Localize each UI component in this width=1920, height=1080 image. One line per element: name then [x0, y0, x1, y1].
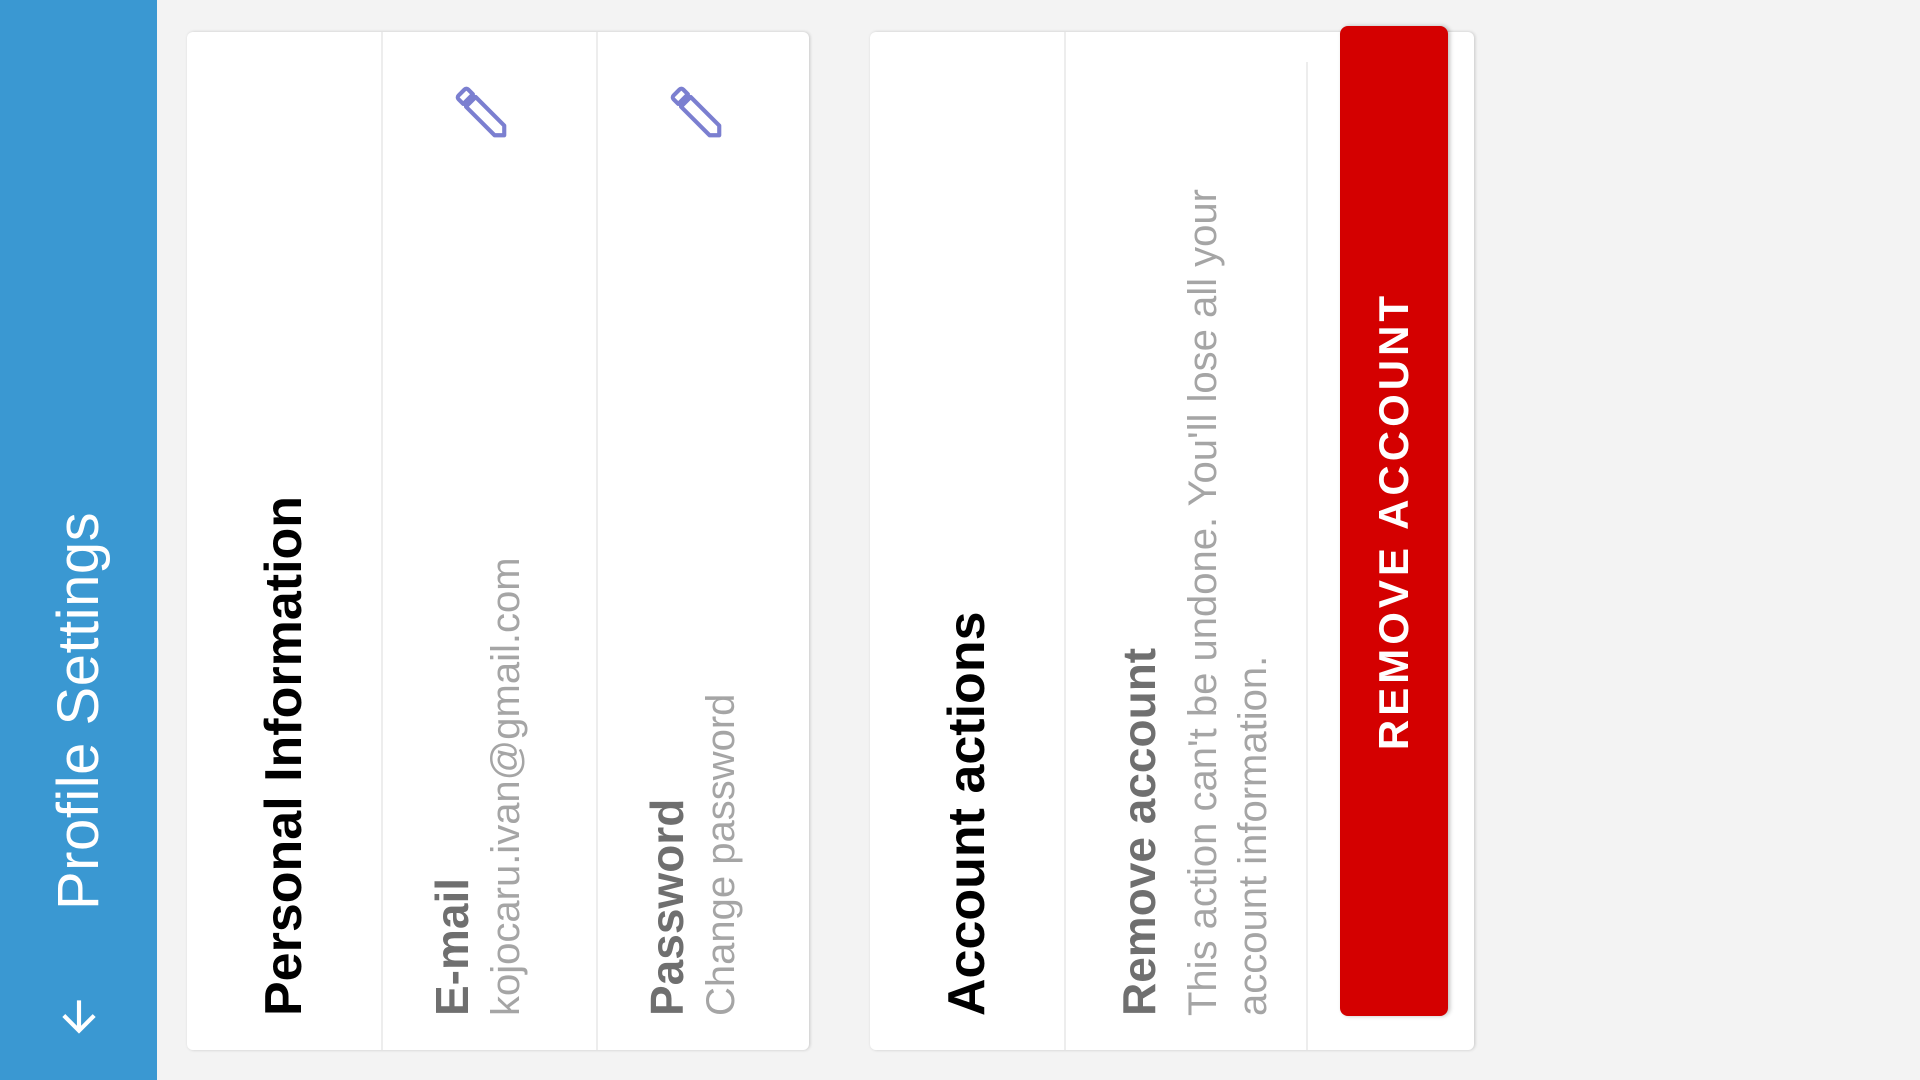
remove-account-button[interactable]: REMOVE ACCOUNT: [1340, 26, 1448, 1016]
email-label: E-mail: [426, 877, 478, 1016]
password-row: Password Change password: [598, 32, 811, 1050]
pencil-icon: [670, 86, 722, 138]
remove-account-label: Remove account: [1113, 647, 1165, 1016]
account-actions-title: Account actions: [938, 611, 996, 1017]
card-header: Account actions: [870, 32, 1066, 1050]
email-value: kojocaru.ivan@gmail.com: [484, 557, 528, 1016]
pencil-icon: [455, 86, 507, 138]
account-actions-card: Account actions Remove account This acti…: [870, 26, 1474, 1050]
edit-password-button[interactable]: [656, 72, 736, 152]
password-label: Password: [641, 798, 693, 1016]
edit-email-button[interactable]: [441, 72, 521, 152]
page-title: Profile Settings: [46, 511, 111, 910]
remove-account-row: Remove account This action can't be undo…: [1066, 62, 1308, 1050]
remove-account-description: This action can't be undone. You'll lose…: [1181, 189, 1275, 1016]
card-header: Personal Information: [187, 32, 383, 1050]
app-screen: Profile Settings Personal Information E-…: [0, 0, 1920, 1080]
personal-information-card: Personal Information E-mail kojocaru.iva…: [187, 32, 809, 1050]
email-row: E-mail kojocaru.ivan@gmail.com: [383, 32, 598, 1050]
app-bar: Profile Settings: [0, 0, 157, 1080]
change-password-link[interactable]: Change password: [696, 694, 746, 1016]
arrow-back-icon[interactable]: [46, 984, 112, 1050]
personal-information-title: Personal Information: [255, 495, 313, 1016]
